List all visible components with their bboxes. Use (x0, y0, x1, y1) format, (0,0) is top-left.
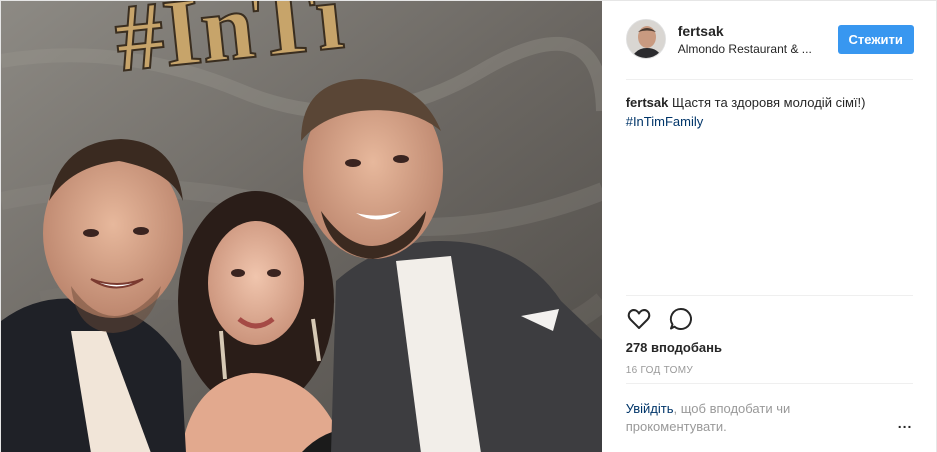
photo-image: #InTi (1, 1, 602, 452)
divider (625, 295, 913, 296)
login-prompt: Увійдіть, щоб вподобати чи прокоментуват… (626, 400, 836, 436)
post-location[interactable]: Almondo Restaurant & ... (678, 42, 812, 56)
divider (625, 79, 913, 80)
post-photo[interactable]: #InTi (1, 1, 602, 452)
likes-count[interactable]: 278 вподобань (626, 340, 722, 355)
comment-icon[interactable] (668, 306, 694, 332)
follow-button[interactable]: Стежити (837, 25, 914, 54)
divider (625, 383, 913, 384)
post-caption: fertsak Щастя та здоровя молодій сімї!) … (626, 93, 916, 131)
post-time[interactable]: 16 ГОД ТОМУ (626, 365, 693, 376)
heart-icon[interactable] (626, 306, 652, 332)
caption-username[interactable]: fertsak (626, 95, 669, 110)
avatar-image (626, 20, 665, 58)
more-options-button[interactable]: ... (898, 415, 913, 431)
login-link[interactable]: Увійдіть (626, 401, 674, 416)
post-header: fertsak Almondo Restaurant & ... Стежити (602, 1, 937, 79)
instagram-post: #InTi fertsak Almondo Restaurant & ... С… (0, 0, 937, 452)
caption-text: Щастя та здоровя молодій сімї!) (671, 95, 866, 110)
caption-hashtag[interactable]: #InTimFamily (626, 112, 916, 131)
avatar[interactable] (625, 19, 666, 59)
post-actions (626, 305, 694, 333)
post-username[interactable]: fertsak (678, 23, 724, 39)
post-sidebar: fertsak Almondo Restaurant & ... Стежити… (601, 1, 937, 452)
